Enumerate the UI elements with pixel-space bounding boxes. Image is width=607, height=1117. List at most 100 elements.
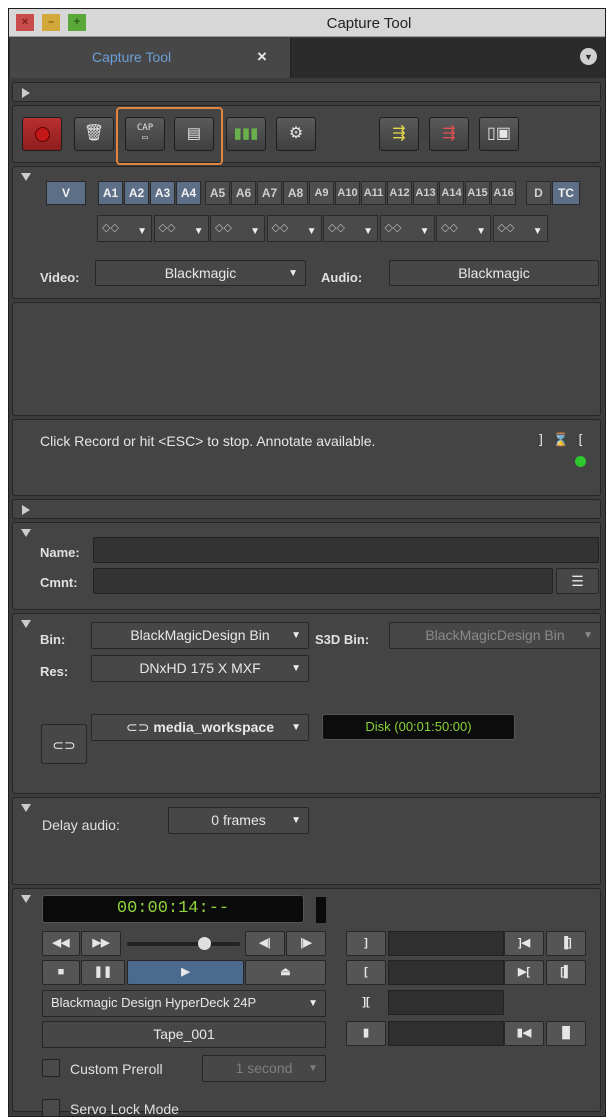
channel-pair-value: ◇◇ <box>102 222 119 234</box>
go-to-in-icon: ]◀ <box>517 937 531 949</box>
channel-pair-dropdown[interactable]: ◇◇ ▼ <box>210 215 265 242</box>
track-button-a7[interactable]: A7 <box>257 181 282 205</box>
mark-out-button[interactable]: [ <box>346 960 386 985</box>
channel-pair-dropdown[interactable]: ◇◇ ▼ <box>492 215 548 242</box>
monitor-icon: ▯▣ <box>487 125 511 142</box>
mark-in-field <box>388 931 504 956</box>
go-to-out-button[interactable]: ▶[ <box>504 960 544 985</box>
import-button[interactable]: ⇶ <box>379 117 419 151</box>
collapse-triangle-icon[interactable] <box>21 804 31 812</box>
name-input[interactable] <box>93 537 599 563</box>
comment-list-button[interactable]: ☰ <box>556 568 599 594</box>
drive-button[interactable]: ⊂⊃ <box>41 724 87 764</box>
track-button-tc[interactable]: TC <box>552 181 580 205</box>
track-button-a11[interactable]: A11 <box>361 181 386 205</box>
window-maximize-button[interactable]: + <box>68 14 86 31</box>
monitor-button[interactable]: ▯▣ <box>479 117 519 151</box>
expand-triangle-icon[interactable] <box>22 505 30 515</box>
tab-capture-tool[interactable]: Capture Tool × <box>10 38 291 78</box>
track-selection-panel: V A1 A2 A3 A4 A5 A6 A7 A8 A9 A10 A11 A12 A13 A14 A15 A16… <box>12 166 601 299</box>
track-button-a12[interactable]: A12 <box>387 181 412 205</box>
pause-button[interactable]: ❚❚ <box>81 960 125 985</box>
toolbar: 🗑 CAP ▭ ▤ ▮▮▮ ⚙ ⇶ ⇶ ▯▣ <box>12 105 601 165</box>
rewind-button[interactable]: ◀◀ <box>42 931 80 956</box>
duration-button[interactable]: ][ <box>346 990 386 1015</box>
step-forward-button[interactable]: |▶ <box>286 931 326 956</box>
track-button-a15[interactable]: A15 <box>465 181 490 205</box>
cap-button[interactable]: CAP ▭ <box>125 117 165 151</box>
collapse-triangle-icon[interactable] <box>21 173 31 181</box>
custom-preroll-checkbox[interactable] <box>42 1059 60 1077</box>
drive-select[interactable]: ⊂⊃ media_workspace ▼ <box>91 714 309 741</box>
track-button-a5[interactable]: A5 <box>205 181 230 205</box>
mark-out-field <box>388 960 504 985</box>
shuttle-knob[interactable] <box>198 937 212 950</box>
track-button-a3[interactable]: A3 <box>150 181 175 205</box>
resolution-select[interactable]: DNxHD 175 X MXF ▼ <box>91 655 309 682</box>
collapse-triangle-icon[interactable] <box>21 620 31 628</box>
play-button[interactable]: ▶ <box>127 960 244 985</box>
mark-in-button[interactable]: ] <box>346 931 386 956</box>
duration-icon: ][ <box>362 996 370 1008</box>
deck-button[interactable]: ▤ <box>174 117 214 151</box>
comment-input[interactable] <box>93 568 553 594</box>
track-button-a2[interactable]: A2 <box>124 181 149 205</box>
trash-button[interactable]: 🗑 <box>74 117 114 151</box>
collapse-triangle-icon[interactable] <box>21 895 31 903</box>
channel-pair-dropdown[interactable]: ◇◇ ▼ <box>153 215 209 242</box>
expand-triangle-icon[interactable] <box>22 88 30 98</box>
shuttle-track[interactable] <box>127 937 240 950</box>
stop-button[interactable]: ■ <box>42 960 80 985</box>
bin-select[interactable]: BlackMagicDesign Bin ▼ <box>91 622 309 649</box>
clear-clip-button[interactable]: ▐▌ <box>546 1021 586 1046</box>
custom-preroll-select[interactable]: 1 second ▼ <box>202 1055 326 1082</box>
track-button-a9[interactable]: A9 <box>309 181 334 205</box>
collapsed-section[interactable] <box>12 82 601 102</box>
track-button-v[interactable]: V <box>46 181 86 205</box>
s3d-bin-select[interactable]: BlackMagicDesign Bin ▼ <box>389 622 601 649</box>
deck-select[interactable]: Blackmagic Design HyperDeck 24P ▼ <box>42 990 326 1017</box>
audio-source-select[interactable]: Blackmagic <box>389 260 599 286</box>
collapsed-section-2[interactable] <box>12 499 601 519</box>
collapse-triangle-icon[interactable] <box>21 529 31 537</box>
track-button-a4[interactable]: A4 <box>176 181 201 205</box>
go-to-clip-button[interactable]: ▮◀ <box>504 1021 544 1046</box>
mark-clip-button[interactable]: ▮ <box>346 1021 386 1046</box>
meter-button[interactable]: ▮▮▮ <box>226 117 266 151</box>
step-back-button[interactable]: ◀| <box>245 931 285 956</box>
servo-lock-checkbox[interactable] <box>42 1099 60 1117</box>
track-button-a14[interactable]: A14 <box>439 181 464 205</box>
record-button[interactable] <box>22 117 62 151</box>
channel-pair-dropdown[interactable]: ◇◇ ▼ <box>266 215 322 242</box>
track-button-a1[interactable]: A1 <box>98 181 123 205</box>
track-button-a6[interactable]: A6 <box>231 181 256 205</box>
channel-pair-dropdown[interactable]: ◇◇ ▼ <box>436 215 491 242</box>
fast-forward-button[interactable]: ▶▶ <box>81 931 121 956</box>
channel-pair-dropdown[interactable]: ◇◇ ▼ <box>97 215 152 242</box>
video-source-select[interactable]: Blackmagic ▼ <box>95 260 306 286</box>
tab-close-icon[interactable]: × <box>257 47 267 67</box>
settings-button[interactable]: ⚙ <box>276 117 316 151</box>
clear-out-button[interactable]: [▌ <box>546 960 586 985</box>
export-button[interactable]: ⇶ <box>429 117 469 151</box>
track-button-a16[interactable]: A16 <box>491 181 516 205</box>
cap-icon: CAP ▭ <box>136 123 154 143</box>
eject-button[interactable]: ⏏ <box>245 960 326 985</box>
clear-in-button[interactable]: ▐] <box>546 931 586 956</box>
channel-pair-dropdown[interactable]: ◇◇ ▼ <box>323 215 378 242</box>
tab-label: Capture Tool <box>92 49 172 65</box>
track-button-a10[interactable]: A10 <box>335 181 360 205</box>
window-close-button[interactable]: × <box>16 14 34 31</box>
go-to-out-icon: ▶[ <box>517 966 531 978</box>
track-button-a8[interactable]: A8 <box>283 181 308 205</box>
window-minimize-button[interactable]: – <box>42 14 60 31</box>
track-button-a13[interactable]: A13 <box>413 181 438 205</box>
channel-pair-dropdown[interactable]: ◇◇ ▼ <box>379 215 435 242</box>
tab-menu-button[interactable]: ▼ <box>580 48 597 65</box>
go-to-in-button[interactable]: ]◀ <box>504 931 544 956</box>
track-button-d[interactable]: D <box>526 181 551 205</box>
meter-icon: ▮▮▮ <box>233 125 259 142</box>
delay-audio-select[interactable]: 0 frames ▼ <box>168 807 309 834</box>
tape-name-button[interactable]: Tape_001 <box>42 1021 326 1048</box>
eject-icon: ⏏ <box>280 966 291 978</box>
